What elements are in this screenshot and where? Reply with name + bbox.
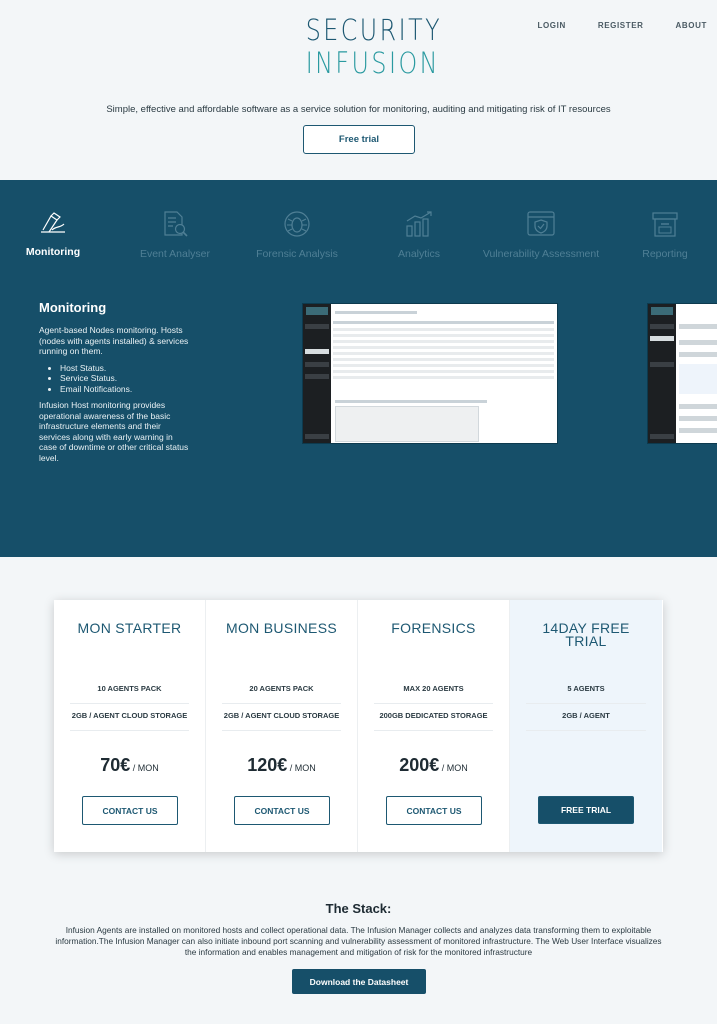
- plan-feature: 2GB / AGENT CLOUD STORAGE: [70, 711, 189, 731]
- plan-mon-business: MON BUSINESS 20 AGENTS PACK 2GB / AGENT …: [206, 600, 358, 852]
- plan-name: 14DAY FREE TRIAL: [542, 620, 630, 649]
- feature-bullet: Host Status.: [60, 363, 189, 374]
- plan-price: 120€ / MON: [206, 755, 357, 776]
- top-nav: LOGIN REGISTER ABOUT: [506, 21, 708, 30]
- price-period: / MON: [439, 763, 468, 773]
- monitoring-screenshot[interactable]: [302, 303, 558, 444]
- free-trial-plan-button[interactable]: FREE TRIAL: [538, 796, 634, 824]
- secondary-screenshot[interactable]: [647, 303, 717, 444]
- pricing-table: MON STARTER 10 AGENTS PACK 2GB / AGENT C…: [54, 600, 663, 852]
- plan-name: MON STARTER: [77, 620, 182, 636]
- feature-bullet: Service Status.: [60, 373, 189, 384]
- plan-feature: 5 AGENTS: [526, 684, 646, 704]
- free-trial-button[interactable]: Free trial: [303, 125, 415, 154]
- tab-label: Analytics: [397, 248, 440, 260]
- plan-feature: MAX 20 AGENTS: [374, 684, 493, 704]
- feature-bullet: Email Notifications.: [60, 384, 189, 395]
- plan-name: FORENSICS: [391, 620, 476, 636]
- plan-feature: 20 AGENTS PACK: [222, 684, 341, 704]
- download-datasheet-button[interactable]: Download the Datasheet: [292, 969, 426, 994]
- tab-label: Forensic Analysis: [256, 248, 338, 260]
- feature-description: Monitoring Agent-based Nodes monitoring.…: [39, 300, 189, 463]
- screenshot-logo: [306, 307, 328, 315]
- stack-description: Infusion Agents are installed on monitor…: [55, 925, 662, 957]
- archive-box-icon: [652, 212, 678, 237]
- tab-reporting[interactable]: Reporting: [604, 210, 717, 260]
- screenshot-sidebar: [648, 304, 676, 443]
- bar-chart-icon: [406, 211, 432, 237]
- plan-name: MON BUSINESS: [226, 620, 337, 636]
- site-header: SECURITY INFUSION LOGIN REGISTER ABOUT S…: [0, 0, 717, 180]
- plan-price: 200€ / MON: [358, 755, 509, 776]
- price-amount: 200€: [399, 755, 440, 775]
- price-period: / MON: [287, 763, 316, 773]
- plan-feature: 2GB / AGENT CLOUD STORAGE: [222, 711, 341, 731]
- tab-label: Vulnerability Assessment: [482, 248, 600, 260]
- screenshot-sidebar: [303, 304, 331, 443]
- plan-feature: 200GB DEDICATED STORAGE: [374, 711, 493, 731]
- stack-title: The Stack:: [325, 901, 392, 916]
- contact-us-button[interactable]: CONTACT US: [234, 796, 330, 825]
- price-period: / MON: [130, 763, 159, 773]
- tab-analytics[interactable]: Analytics: [358, 210, 480, 260]
- tab-forensic-analysis[interactable]: Forensic Analysis: [236, 210, 358, 260]
- feature-outro: Infusion Host monitoring provides operat…: [39, 400, 189, 463]
- document-search-icon: [164, 211, 188, 237]
- plan-free-trial: 14DAY FREE TRIAL 5 AGENTS 2GB / AGENT FR…: [510, 600, 662, 852]
- tab-label: Event Analyser: [139, 248, 211, 260]
- logo-line-infusion: INFUSION: [305, 46, 440, 80]
- shield-window-icon: [527, 211, 555, 236]
- contact-us-button[interactable]: CONTACT US: [82, 796, 178, 825]
- tab-monitoring[interactable]: Monitoring: [0, 210, 114, 258]
- price-amount: 120€: [247, 755, 288, 775]
- plan-feature: 10 AGENTS PACK: [70, 684, 189, 704]
- tab-label: Reporting: [642, 248, 688, 260]
- bug-icon: [284, 211, 310, 237]
- security-infusion-logo[interactable]: SECURITY INFUSION: [294, 13, 443, 80]
- tab-event-analyser[interactable]: Event Analyser: [114, 210, 236, 260]
- plan-mon-starter: MON STARTER 10 AGENTS PACK 2GB / AGENT C…: [54, 600, 206, 852]
- contact-us-button[interactable]: CONTACT US: [386, 796, 482, 825]
- hero-tagline: Simple, effective and affordable softwar…: [106, 104, 611, 115]
- feature-intro: Agent-based Nodes monitoring. Hosts (nod…: [39, 325, 189, 356]
- features-section: Monitoring Event Analyser Forensic Analy…: [0, 180, 717, 557]
- tab-vulnerability-assessment[interactable]: Vulnerability Assessment: [480, 210, 602, 260]
- price-amount: 70€: [100, 755, 131, 775]
- tab-label: Monitoring: [25, 246, 81, 258]
- monitoring-pen-icon: [41, 212, 65, 233]
- plan-forensics: FORENSICS MAX 20 AGENTS 200GB DEDICATED …: [358, 600, 510, 852]
- plan-price: 70€ / MON: [54, 755, 205, 776]
- plan-feature: 2GB / AGENT: [526, 711, 646, 731]
- nav-about-link[interactable]: ABOUT: [676, 21, 707, 30]
- feature-bullets: Host Status. Service Status. Email Notif…: [60, 363, 189, 395]
- logo-line-security: SECURITY: [305, 13, 443, 47]
- nav-register-link[interactable]: REGISTER: [598, 21, 644, 30]
- nav-login-link[interactable]: LOGIN: [538, 21, 566, 30]
- feature-title: Monitoring: [39, 300, 107, 315]
